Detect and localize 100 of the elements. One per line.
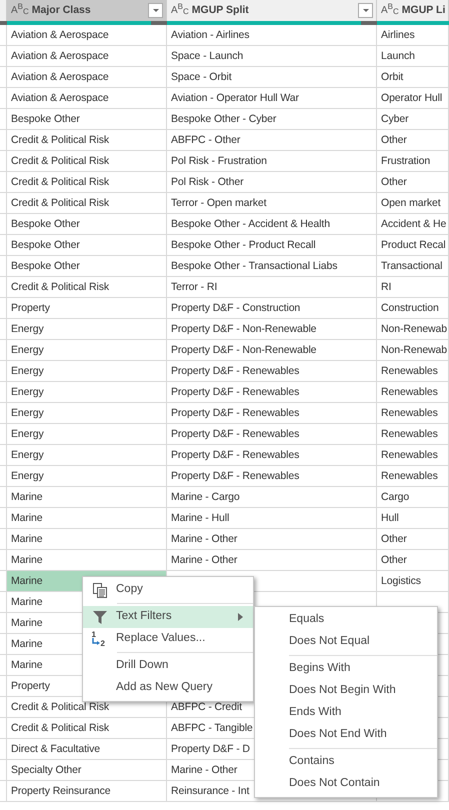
row-selector-cell[interactable]: [0, 130, 7, 151]
row-selector-cell[interactable]: [0, 382, 7, 403]
table-cell: Energy: [7, 424, 167, 445]
row-selector-cell[interactable]: [0, 403, 7, 424]
table-cell: Other: [377, 172, 449, 193]
row-selector-cell[interactable]: [0, 613, 7, 634]
table-cell: Renewables: [377, 424, 449, 445]
column-header[interactable]: A$^{B}$$_{C}$ MGUP Li: [377, 0, 449, 21]
table-cell: Property D&F - Renewables: [167, 361, 377, 382]
table-cell: Credit & Political Risk: [7, 130, 167, 151]
row-selector-cell[interactable]: [0, 151, 7, 172]
row-selector-cell[interactable]: [0, 193, 7, 214]
row-selector-cell[interactable]: [0, 340, 7, 361]
table-cell: Bespoke Other - Cyber: [167, 109, 377, 130]
row-selector-cell[interactable]: [0, 25, 7, 46]
row-selector-cell[interactable]: [0, 466, 7, 487]
table-cell: Renewables: [377, 466, 449, 487]
row-selector-cell[interactable]: [0, 172, 7, 193]
table-cell: Energy: [7, 466, 167, 487]
table-cell: Non-Renewab: [377, 340, 449, 361]
table-cell: Renewables: [377, 445, 449, 466]
table-cell: Open market: [377, 193, 449, 214]
row-selector-cell[interactable]: [0, 760, 7, 781]
row-selector-cell[interactable]: [0, 634, 7, 655]
table-cell: Space - Launch: [167, 46, 377, 67]
table-cell: Hull: [377, 508, 449, 529]
table-cell: Other: [377, 550, 449, 571]
row-selector-cell[interactable]: [0, 235, 7, 256]
caret-icon: [152, 7, 160, 14]
column-title: MGUP Li: [402, 2, 446, 18]
caret-icon: [362, 7, 370, 14]
header-underline-end: [361, 21, 377, 25]
row-selector-cell[interactable]: [0, 508, 7, 529]
row-selector-cell[interactable]: [0, 529, 7, 550]
table-cell: Credit & Political Risk: [7, 172, 167, 193]
table-cell: Pol Risk - Other: [167, 172, 377, 193]
table-cell: Bespoke Other: [7, 235, 167, 256]
table-cell: Property Reinsurance: [7, 781, 167, 802]
row-selector-cell[interactable]: [0, 88, 7, 109]
table-cell: Specialty Other: [7, 760, 167, 781]
table-cell: Operator Hull: [377, 88, 449, 109]
table-cell: Renewables: [377, 361, 449, 382]
table-cell: Property D&F - Renewables: [167, 424, 377, 445]
table-cell: Property D&F - Construction: [167, 298, 377, 319]
row-selector-cell[interactable]: [0, 361, 7, 382]
table-cell: Property D&F - Non-Renewable: [167, 340, 377, 361]
table-cell: Marine - Hull: [167, 508, 377, 529]
table-cell: Marine: [7, 508, 167, 529]
table-cell: Marine - Other: [167, 529, 377, 550]
table-cell: Frustration: [377, 151, 449, 172]
row-selector-cell[interactable]: [0, 256, 7, 277]
header-underline: [377, 21, 449, 25]
table-cell: Bespoke Other: [7, 256, 167, 277]
table-cell: Energy: [7, 319, 167, 340]
table-cell: Marine: [7, 487, 167, 508]
row-selector-cell[interactable]: [0, 592, 7, 613]
row-selector-cell[interactable]: [0, 550, 7, 571]
table-cell: Accident & He: [377, 214, 449, 235]
table-cell: Bespoke Other - Product Recall: [167, 235, 377, 256]
row-selector-cell[interactable]: [0, 445, 7, 466]
row-selector-cell[interactable]: [0, 487, 7, 508]
table-cell: Credit & Political Risk: [7, 151, 167, 172]
menu-item[interactable]: Equals: [255, 609, 437, 631]
table-cell: Direct & Facultative: [7, 739, 167, 760]
row-selector-cell[interactable]: [0, 67, 7, 88]
table-cell: Aviation & Aerospace: [7, 25, 167, 46]
row-selector-cell[interactable]: [0, 46, 7, 67]
table-cell: Non-Renewab: [377, 319, 449, 340]
column-header[interactable]: A$^{B}$$_{C}$ Major Class: [7, 0, 167, 21]
row-selector-cell[interactable]: [0, 214, 7, 235]
row-selector-cell[interactable]: [0, 676, 7, 697]
row-selector-cell[interactable]: [0, 655, 7, 676]
row-selector-cell[interactable]: [0, 277, 7, 298]
table-cell: Property D&F - Renewables: [167, 382, 377, 403]
row-selector-cell[interactable]: [0, 781, 7, 802]
column-title: Major Class: [32, 2, 91, 18]
table-cell: Energy: [7, 382, 167, 403]
menu-item[interactable]: Does Not Equal: [255, 631, 437, 653]
table-cell: Credit & Political Risk: [7, 277, 167, 298]
corner-cell: [0, 0, 7, 21]
table-cell: Property: [7, 298, 167, 319]
menu-item[interactable]: Begins With: [255, 658, 437, 680]
row-selector-cell[interactable]: [0, 319, 7, 340]
table-cell: Space - Orbit: [167, 67, 377, 88]
table-cell: Logistics: [377, 571, 449, 592]
table-cell: Launch: [377, 46, 449, 67]
row-selector-cell[interactable]: [0, 718, 7, 739]
row-selector-cell[interactable]: [0, 697, 7, 718]
row-selector-cell[interactable]: [0, 298, 7, 319]
row-selector-cell[interactable]: [0, 109, 7, 130]
row-selector-cell[interactable]: [0, 739, 7, 760]
table-cell: Property D&F - Renewables: [167, 445, 377, 466]
column-header[interactable]: A$^{B}$$_{C}$ MGUP Split: [167, 0, 377, 21]
filter-dropdown-button[interactable]: [148, 3, 163, 18]
menu-item[interactable]: Text Filters: [83, 606, 253, 628]
filter-dropdown-button[interactable]: [358, 3, 373, 18]
table-cell: Marine: [7, 529, 167, 550]
table-cell: Product Recal: [377, 235, 449, 256]
table-cell: Aviation - Airlines: [167, 25, 377, 46]
row-selector-cell[interactable]: [0, 424, 7, 445]
